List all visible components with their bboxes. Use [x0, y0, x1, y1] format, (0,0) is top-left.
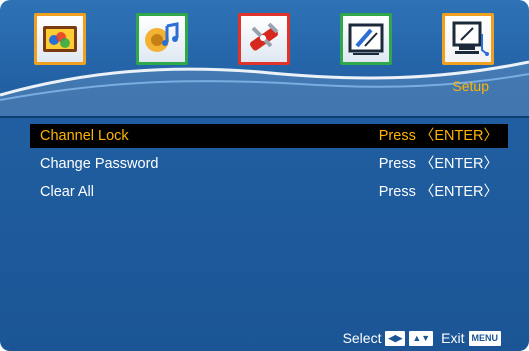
- setup-icon: [452, 21, 489, 56]
- tab-setup[interactable]: [442, 13, 494, 65]
- tv-icon: [348, 23, 384, 55]
- footer-help: Select ◀▶ ▲▼ Exit MENU: [343, 330, 501, 346]
- header: Setup: [0, 0, 529, 118]
- menu-item-label: Channel Lock: [40, 128, 129, 144]
- menu-item-action: Press 〈ENTER〉: [378, 156, 498, 172]
- selected-tab-label: Setup: [452, 78, 489, 94]
- menu-item-clear-all[interactable]: Clear All Press 〈ENTER〉: [30, 180, 508, 204]
- picture-icon: [43, 26, 77, 52]
- tab-tv[interactable]: [340, 13, 392, 65]
- setup-menu: Channel Lock Press 〈ENTER〉 Change Passwo…: [30, 124, 508, 208]
- tab-sound[interactable]: [136, 13, 188, 65]
- menu-item-action: Press 〈ENTER〉: [378, 184, 498, 200]
- menu-item-label: Clear All: [40, 184, 94, 200]
- menu-item-change-password[interactable]: Change Password Press 〈ENTER〉: [30, 152, 508, 176]
- tools-icon: [250, 22, 279, 51]
- left-right-arrows-icon: ◀▶: [385, 330, 406, 346]
- menu-item-action: Press 〈ENTER〉: [378, 128, 498, 144]
- sound-icon: [145, 22, 179, 52]
- menu-key: MENU: [468, 330, 501, 346]
- tab-function[interactable]: [238, 13, 290, 65]
- select-label: Select: [342, 330, 382, 346]
- exit-label: Exit: [441, 330, 465, 346]
- tab-picture[interactable]: [34, 13, 86, 65]
- up-down-arrows-icon: ▲▼: [409, 330, 434, 346]
- menu-item-label: Change Password: [40, 156, 159, 172]
- osd-menu: Setup Channel Lock Press 〈ENTER〉 Change …: [0, 0, 529, 351]
- menu-item-channel-lock[interactable]: Channel Lock Press 〈ENTER〉: [30, 124, 508, 148]
